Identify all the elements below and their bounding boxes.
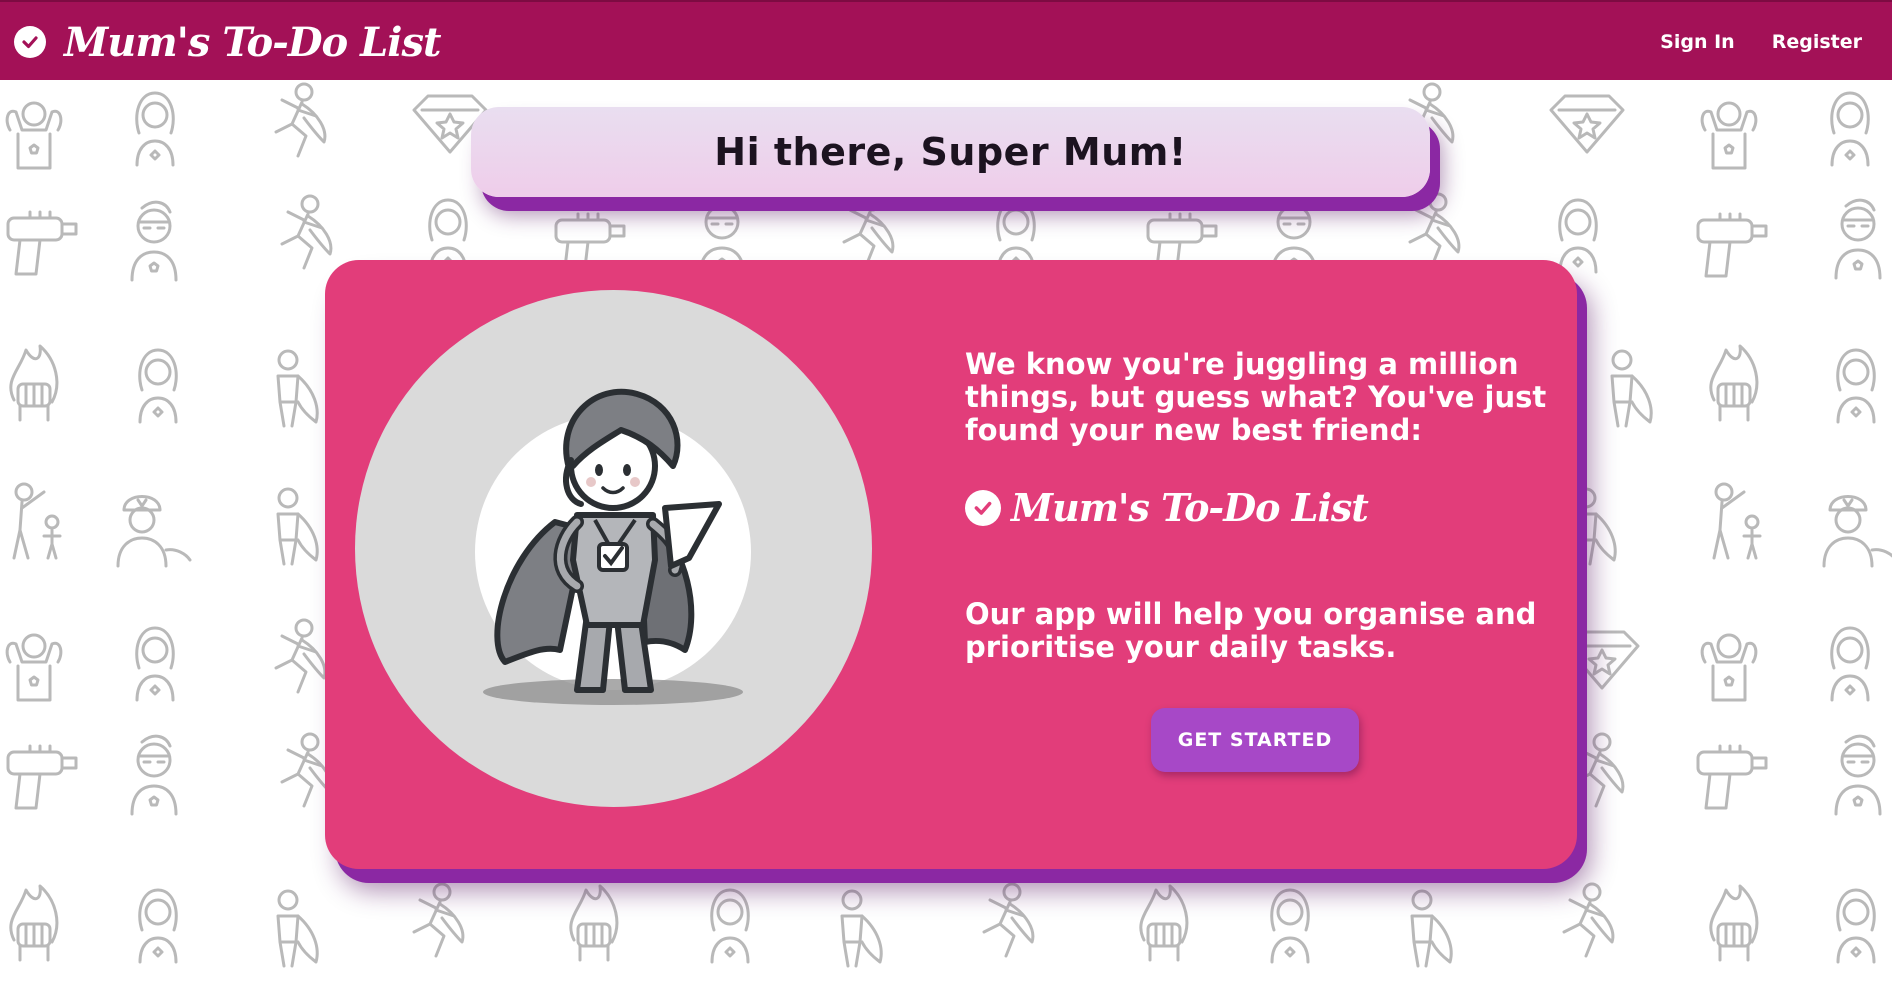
hero-brand-title: Mum's To-Do List [1011, 485, 1369, 530]
get-started-button[interactable]: GET STARTED [1151, 708, 1359, 772]
greeting-title: Hi there, Super Mum! [714, 130, 1187, 174]
superhero-mum-illustration [475, 388, 751, 705]
hero-brand: Mum's To-Do List [965, 485, 1555, 530]
hero-card: We know you're juggling a million things… [325, 260, 1577, 869]
sign-in-link[interactable]: Sign In [1660, 31, 1735, 53]
navbar: Mum's To-Do List Sign In Register [0, 0, 1892, 80]
greeting-banner: Hi there, Super Mum! [471, 107, 1430, 197]
brand-link[interactable]: Mum's To-Do List [14, 16, 441, 68]
hero-copy: We know you're juggling a million things… [965, 348, 1555, 664]
register-link[interactable]: Register [1772, 31, 1862, 53]
hero-description: Our app will help you organise and prior… [965, 597, 1537, 664]
check-circle-icon [965, 489, 1001, 526]
nav-links: Sign In Register [1623, 2, 1862, 82]
hero-intro: We know you're juggling a million things… [965, 347, 1547, 447]
brand-title: Mum's To-Do List [64, 18, 441, 66]
check-circle-icon [14, 26, 46, 58]
illustration-circle [355, 290, 872, 807]
